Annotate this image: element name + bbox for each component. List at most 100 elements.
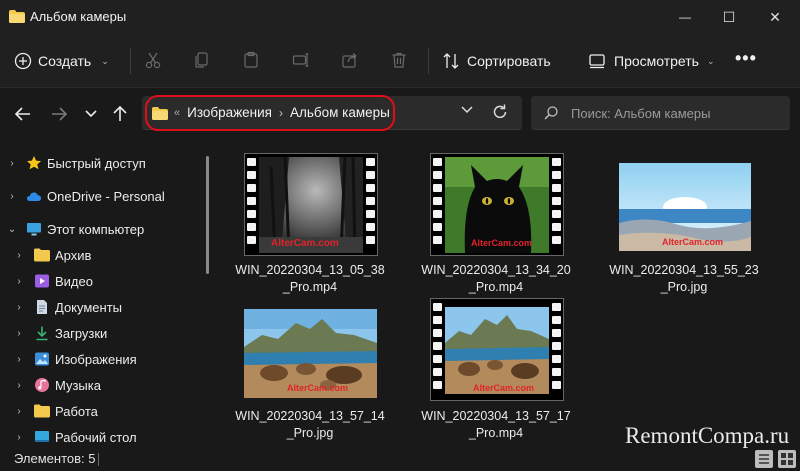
close-button[interactable]: ✕ xyxy=(752,0,798,34)
share-button[interactable] xyxy=(339,49,361,71)
share-icon xyxy=(342,53,357,68)
file-name-line: _Pro.mp4 xyxy=(282,280,338,294)
view-icon xyxy=(589,54,605,69)
search-box[interactable] xyxy=(531,96,790,130)
copy-icon xyxy=(195,52,208,68)
sidebar-item-music[interactable]: › Музыка xyxy=(0,372,208,398)
more-options-button[interactable]: ••• xyxy=(735,48,757,69)
title-bar: Альбом камеры — ☐ ✕ xyxy=(0,0,800,34)
rename-icon xyxy=(292,53,309,67)
sidebar-item-this-pc[interactable]: ⌄ Этот компьютер xyxy=(0,216,208,242)
create-button[interactable]: Создать ⌄ xyxy=(14,47,109,75)
cloud-icon xyxy=(27,192,41,201)
file-name-line: WIN_20220304_13_57_17 xyxy=(421,409,571,423)
sidebar-item-label: Видео xyxy=(55,273,93,289)
cut-icon xyxy=(145,52,161,69)
chevron-right-icon[interactable]: › xyxy=(13,432,25,443)
pictures-icon xyxy=(35,352,49,366)
video-icon xyxy=(35,274,49,288)
file-tile[interactable]: AlterCam.com WIN_20220304_13_57_17 _Pro.… xyxy=(416,298,576,448)
chevron-down-icon: ⌄ xyxy=(706,55,715,66)
recent-locations-button[interactable] xyxy=(78,101,104,127)
forward-button[interactable] xyxy=(46,101,72,127)
paste-button[interactable] xyxy=(240,49,262,71)
star-icon xyxy=(27,156,41,170)
view-label: Просмотреть xyxy=(614,53,699,69)
details-view-button[interactable] xyxy=(755,450,773,468)
chevron-right-icon[interactable]: › xyxy=(6,191,18,202)
rename-button[interactable] xyxy=(290,49,312,71)
chevron-right-icon[interactable]: › xyxy=(13,328,25,339)
file-name: WIN_20220304_13_55_23 _Pro.jpg xyxy=(604,262,764,296)
view-button[interactable]: Просмотреть ⌄ xyxy=(588,47,715,75)
arrow-right-icon xyxy=(52,107,68,121)
toolbar-divider xyxy=(130,48,131,74)
file-name-line: _Pro.jpg xyxy=(660,280,708,294)
thumbnail-watermark: AlterCam.com xyxy=(287,383,349,393)
site-watermark: RemontCompa.ru xyxy=(625,423,790,448)
thumbnail-image xyxy=(445,307,549,394)
video-filmstrip-icon: AlterCam.com xyxy=(430,298,564,401)
chevron-right-icon[interactable]: › xyxy=(13,406,25,417)
sidebar-item-label: OneDrive - Personal xyxy=(47,188,165,204)
tiles-view-button[interactable] xyxy=(778,450,796,468)
folder-icon xyxy=(9,10,25,23)
sidebar-item-quick-access[interactable]: › Быстрый доступ xyxy=(0,150,208,176)
plus-circle-icon xyxy=(14,52,32,70)
create-label: Создать xyxy=(38,53,92,69)
sidebar-item-label: Изображения xyxy=(55,351,137,367)
chevron-down-icon[interactable]: ⌄ xyxy=(6,224,18,235)
refresh-button[interactable] xyxy=(490,102,512,124)
sort-icon xyxy=(443,53,459,69)
command-bar: Создать ⌄ Сортировать Просмотреть ⌄ ••• xyxy=(0,34,800,88)
sort-button[interactable]: Сортировать xyxy=(442,47,551,75)
file-tile[interactable]: AlterCam.com WIN_20220304_13_55_23 _Pro.… xyxy=(604,150,764,300)
chevron-right-icon[interactable]: › xyxy=(13,380,25,391)
maximize-button[interactable]: ☐ xyxy=(706,0,752,34)
sidebar-item-desktop[interactable]: › Рабочий стол xyxy=(0,424,208,450)
back-button[interactable] xyxy=(10,101,36,127)
file-name: WIN_20220304_13_05_38 _Pro.mp4 xyxy=(230,262,390,296)
sidebar-item-label: Работа xyxy=(55,403,98,419)
sort-label: Сортировать xyxy=(467,53,551,69)
status-bar: Элементов: 5 xyxy=(0,448,800,471)
sidebar-item-label: Загрузки xyxy=(55,325,108,341)
address-highlight-annotation xyxy=(145,95,395,131)
sidebar-item-downloads[interactable]: › Загрузки xyxy=(0,320,208,346)
list-view-icon xyxy=(759,454,769,464)
chevron-right-icon[interactable]: › xyxy=(13,250,25,261)
chevron-right-icon[interactable]: › xyxy=(13,354,25,365)
thumbnail-watermark: AlterCam.com xyxy=(662,237,724,247)
file-tile[interactable]: AlterCam.com WIN_20220304_13_57_14 _Pro.… xyxy=(230,298,390,448)
chevron-right-icon[interactable]: › xyxy=(13,302,25,313)
chevron-down-icon xyxy=(461,106,473,114)
file-name: WIN_20220304_13_57_14 _Pro.jpg xyxy=(230,408,390,442)
sidebar-item-onedrive[interactable]: › OneDrive - Personal xyxy=(0,183,208,209)
sidebar-item-pictures[interactable]: › Изображения xyxy=(0,346,208,372)
delete-button[interactable] xyxy=(388,49,410,71)
navigation-pane: › Быстрый доступ › OneDrive - Personal ⌄… xyxy=(0,140,218,448)
file-tile[interactable]: AlterCam.com WIN_20220304_13_34_20 _Pro.… xyxy=(416,150,576,300)
up-button[interactable] xyxy=(107,101,133,127)
minimize-button[interactable]: — xyxy=(662,0,708,34)
window-title: Альбом камеры xyxy=(30,9,127,24)
chevron-right-icon[interactable]: › xyxy=(13,276,25,287)
file-name-line: _Pro.mp4 xyxy=(468,280,524,294)
file-tile[interactable]: AlterCam.com WIN_20220304_13_05_38 _Pro.… xyxy=(230,150,390,300)
minimize-icon: — xyxy=(679,10,691,24)
sidebar-item-work[interactable]: › Работа xyxy=(0,398,208,424)
copy-button[interactable] xyxy=(191,49,213,71)
address-history-button[interactable] xyxy=(460,105,474,118)
delete-icon xyxy=(392,52,406,68)
folder-icon xyxy=(34,404,50,418)
chevron-down-icon xyxy=(85,110,97,118)
sidebar-item-documents[interactable]: › Документы xyxy=(0,294,208,320)
refresh-icon xyxy=(493,104,507,119)
search-input[interactable] xyxy=(571,104,781,122)
sidebar-item-label: Документы xyxy=(55,299,123,315)
chevron-right-icon[interactable]: › xyxy=(6,158,18,169)
download-icon xyxy=(36,326,48,341)
sidebar-item-videos[interactable]: › Видео xyxy=(0,268,208,294)
sidebar-item-archive[interactable]: › Архив xyxy=(0,242,208,268)
cut-button[interactable] xyxy=(142,49,164,71)
